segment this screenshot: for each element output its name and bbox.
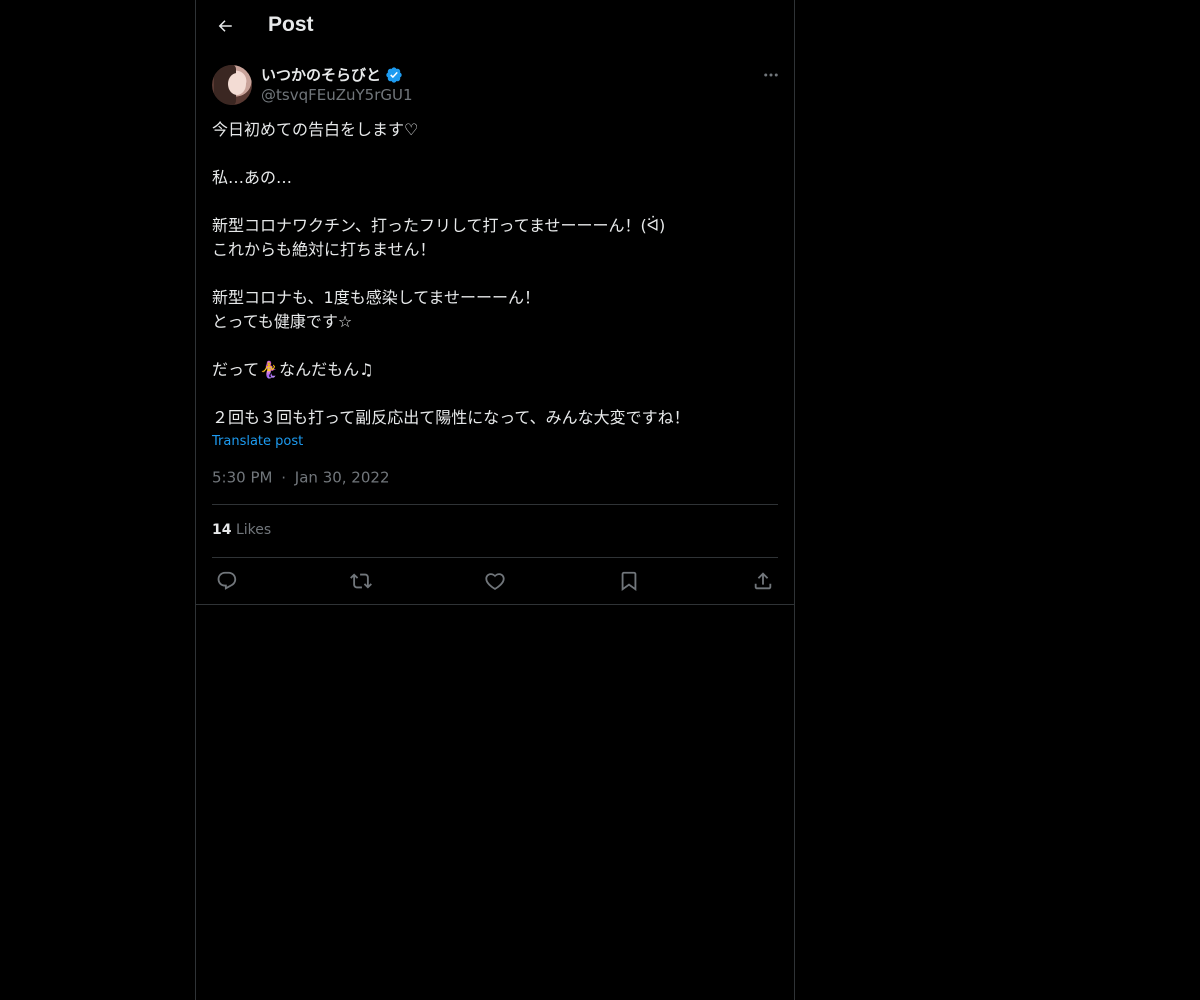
post-text: 今日初めての告白をします♡ 私…あの… 新型コロナワクチン、打ったフリして打って… (212, 118, 778, 430)
post-line: 新型コロナも、1度も感染してませーーーん！ (212, 288, 540, 307)
bookmark-button[interactable] (614, 566, 644, 596)
post-timestamp[interactable]: 5:30 PM · Jan 30, 2022 (212, 468, 389, 487)
action-bar (212, 566, 778, 596)
author-display-name[interactable]: いつかのそらびと (261, 64, 381, 85)
reply-icon (216, 570, 238, 592)
post-line: だって🧜‍♀️なんだもん♫ (212, 360, 374, 379)
post-line (212, 334, 778, 358)
like-button[interactable] (480, 566, 510, 596)
post-line: 新型コロナワクチン、打ったフリして打ってませーーーん！(ᐛ) (212, 216, 666, 235)
post-line (212, 142, 778, 166)
more-dots-icon (762, 66, 780, 84)
avatar-face-shape (228, 73, 246, 95)
post-header: Post (196, 0, 794, 53)
post-line: ２回も３回も打って副反応出て陽性になって、みんな大変ですね！ (212, 408, 690, 427)
arrow-left-icon (216, 17, 234, 35)
post-line: とっても健康です☆ (212, 312, 353, 331)
post-line (212, 382, 778, 406)
bookmark-icon (618, 570, 640, 592)
post-line: 私…あの… (212, 168, 293, 187)
timestamp-separator: · (281, 468, 287, 487)
more-options-button[interactable] (760, 64, 782, 86)
post-line (212, 262, 778, 286)
author-handle[interactable]: @tsvqFEuZuY5rGU1 (261, 86, 413, 104)
share-icon (752, 570, 774, 592)
heart-icon (484, 570, 506, 592)
translate-post-link[interactable]: Translate post (212, 434, 303, 449)
likes-stat[interactable]: 14 Likes (212, 522, 271, 538)
post-line: 今日初めての告白をします♡ (212, 120, 419, 139)
share-button[interactable] (748, 566, 778, 596)
post-line: これからも絶対に打ちません！ (212, 240, 436, 259)
post-column: Post いつかのそらびと @tsvqFEuZuY5rGU1 今日初めての告白を… (195, 0, 795, 1000)
divider (212, 557, 778, 558)
post-line (212, 190, 778, 214)
likes-label: Likes (235, 522, 272, 538)
repost-icon (350, 570, 372, 592)
back-button[interactable] (208, 9, 242, 43)
repost-button[interactable] (346, 566, 376, 596)
divider (212, 504, 778, 505)
page-title: Post (268, 13, 314, 36)
post-bottom-border (196, 604, 794, 605)
verified-badge-icon (385, 66, 403, 84)
likes-count: 14 (212, 522, 232, 538)
avatar[interactable] (212, 65, 252, 105)
post-time: 5:30 PM (212, 468, 273, 487)
reply-button[interactable] (212, 566, 242, 596)
post-date: Jan 30, 2022 (294, 468, 390, 487)
author-name-row[interactable]: いつかのそらびと (261, 64, 403, 85)
